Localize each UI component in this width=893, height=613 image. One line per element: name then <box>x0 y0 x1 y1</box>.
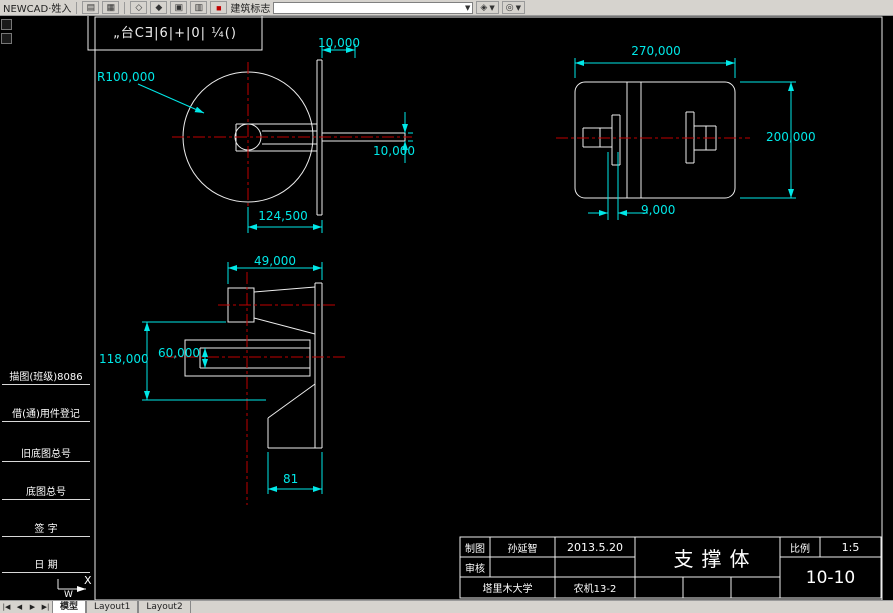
dim-label-span: 118,000 <box>99 352 149 366</box>
cell-draft-name: 孙延智 <box>507 543 538 555</box>
cell-check-label: 审核 <box>465 563 485 575</box>
template-field-borrow: 借(通)用件登记 <box>2 405 90 422</box>
front-view <box>137 44 413 233</box>
ucs-icon <box>57 579 86 592</box>
docked-toolbar-grip <box>1 19 12 47</box>
tab-layout2[interactable]: Layout2 <box>138 601 191 613</box>
template-field-sign: 签 字 <box>2 520 90 537</box>
cell-school: 塔里木大学 <box>482 584 533 595</box>
grid-icon: ▦ <box>106 2 116 12</box>
layers-button[interactable]: ▣ <box>170 1 188 14</box>
top-toolbar: NEWCAD·姓入 ▤ ▦ ◇ ◆ ▣ ▥ ■ 建筑标志 ▼ ◈ ▼ ◎ ▼ <box>0 0 893 16</box>
dim-label-slot: 60,000 <box>158 346 200 360</box>
zoom-tool-dropdown[interactable]: ◈ ▼ <box>476 1 499 14</box>
palette-button[interactable]: ▥ <box>190 1 208 14</box>
diamond-filled-icon: ◆ <box>155 2 163 12</box>
toolbar-separator <box>76 1 78 14</box>
stamp-style-label: 建筑标志 <box>230 4 271 15</box>
stamp-icon: ■ <box>216 2 222 13</box>
side-view <box>556 58 796 220</box>
snap-tool-dropdown[interactable]: ◎ ▼ <box>501 1 525 14</box>
zoom-tool-icon: ◈ <box>480 2 488 13</box>
dim-label-boss: 49,000 <box>254 254 296 268</box>
tab-nav-last[interactable]: ▶| <box>39 603 52 611</box>
section-view <box>142 262 345 505</box>
docked-toolbar-icon[interactable] <box>1 19 12 30</box>
cell-part-name: 支撑体 <box>673 546 758 571</box>
dim-label-base: 81 <box>283 472 299 486</box>
diamond-filled-button[interactable]: ◆ <box>150 1 168 14</box>
ucs-x-label: X <box>84 574 92 587</box>
dim-label-radius: R100,000 <box>97 70 155 84</box>
cell-scale-value: 1:5 <box>841 540 860 554</box>
stamp-button[interactable]: ■ <box>210 1 228 14</box>
toolbar-separator <box>124 1 126 14</box>
cell-class: 农机13-2 <box>573 584 617 595</box>
dim-label-height: 200,000 <box>766 130 816 144</box>
dim-label-shaft: 9,000 <box>641 203 676 217</box>
dim-label-width: 124,500 <box>258 209 308 223</box>
diamond-outline-icon: ◇ <box>135 2 143 12</box>
cell-draft-label: 制图 <box>465 543 485 555</box>
cell-date: 2013.5.20 <box>567 540 623 554</box>
tab-nav-next[interactable]: ▶ <box>26 603 39 611</box>
snap-tool-icon: ◎ <box>505 2 514 13</box>
chevron-down-icon: ▼ <box>489 3 495 12</box>
dim-label-rod: 10,000 <box>373 144 415 158</box>
cell-sheet-number: 10-10 <box>805 567 856 588</box>
tab-nav-first[interactable]: |◀ <box>0 603 13 611</box>
dim-label-length: 270,000 <box>631 44 681 58</box>
toolbar-title: NEWCAD·姓入 <box>3 4 72 15</box>
sheet-frame <box>87 14 883 601</box>
tab-model[interactable]: 模型 <box>52 601 87 613</box>
template-field-base-no: 底图总号 <box>2 483 90 500</box>
layers-icon: ▣ <box>174 2 184 12</box>
template-field-date: 日 期 <box>2 556 90 573</box>
grid-button[interactable]: ▦ <box>102 1 120 14</box>
new-doc-icon: ▤ <box>86 2 96 12</box>
cell-scale-label: 比例 <box>790 543 810 555</box>
ucs-w-label: W <box>64 590 73 600</box>
template-field-old-no: 旧底图总号 <box>2 445 90 462</box>
new-doc-button[interactable]: ▤ <box>82 1 100 14</box>
chevron-down-icon: ▼ <box>515 3 521 12</box>
tab-layout1[interactable]: Layout1 <box>86 601 139 613</box>
chevron-down-icon: ▼ <box>465 3 471 12</box>
palette-icon: ▥ <box>194 2 204 12</box>
style-combobox[interactable]: ▼ <box>273 1 474 14</box>
template-field-trace: 描图(班级)8086 <box>2 368 90 385</box>
docked-toolbar-icon[interactable] <box>1 33 12 44</box>
dim-label-flange: 10,000 <box>318 36 360 50</box>
corner-stamp-text: „台CƎ|6|+|0| ¼() <box>113 26 237 41</box>
drawing-canvas[interactable] <box>0 0 893 613</box>
diamond-outline-button[interactable]: ◇ <box>130 1 148 14</box>
tab-nav-prev[interactable]: ◀ <box>13 603 26 611</box>
layout-tab-bar: |◀ ◀ ▶ ▶| 模型 Layout1 Layout2 <box>0 600 893 613</box>
